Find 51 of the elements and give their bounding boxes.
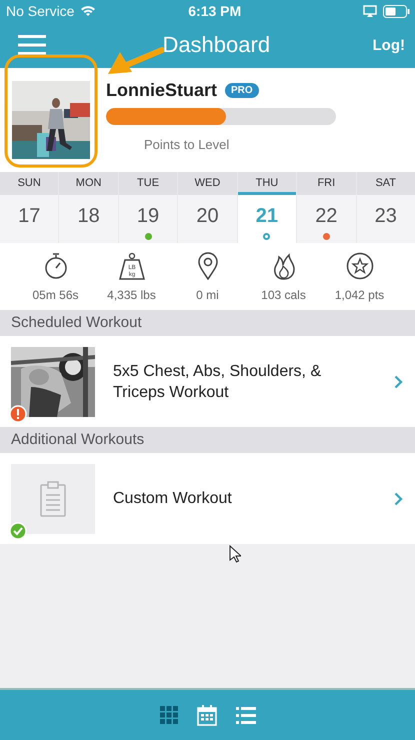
stat-value: 0 mi	[196, 288, 219, 302]
alert-icon	[9, 404, 27, 422]
carrier-text: No Service	[6, 3, 74, 19]
flame-icon	[272, 252, 294, 280]
mouse-cursor-icon	[229, 545, 241, 563]
day-number: 18	[76, 204, 101, 229]
day-number: 17	[17, 204, 42, 229]
day-number: 20	[195, 204, 220, 229]
day-number: 23	[374, 204, 398, 229]
checkmark-icon	[9, 522, 27, 540]
weekday-label: FRI	[297, 172, 356, 195]
day-number: 21	[254, 204, 280, 229]
progress-caption: Points to Level	[144, 137, 230, 152]
day-tab[interactable]: TUE 19	[118, 172, 178, 243]
day-tab[interactable]: MON 18	[58, 172, 118, 243]
day-tab[interactable]: THU 21	[236, 172, 296, 243]
chevron-right-icon	[394, 492, 403, 506]
weekday-label: SUN	[0, 172, 58, 195]
clipboard-icon	[40, 480, 66, 516]
airplay-icon	[363, 5, 377, 17]
weekday-label: WED	[178, 172, 237, 195]
pro-badge: PRO	[225, 83, 259, 98]
stat-value: 1,042 pts	[334, 288, 384, 302]
workout-title: 5x5 Chest, Abs, Shoulders, & Triceps Workout	[113, 362, 322, 402]
battery-icon	[383, 4, 410, 18]
workout-title: Custom Workout	[113, 489, 233, 509]
stopwatch-icon	[44, 252, 68, 280]
weekday-label: TUE	[118, 172, 178, 195]
section-header: Scheduled Workout	[0, 310, 415, 336]
weekday-label: MON	[59, 172, 118, 195]
location-pin-icon	[198, 252, 218, 280]
day-tab[interactable]: SAT 23	[356, 172, 415, 243]
section-header: Additional Workouts	[0, 427, 415, 453]
wifi-icon	[80, 5, 96, 17]
day-tab[interactable]: FRI 22	[296, 172, 356, 243]
workout-row[interactable]: Custom Workout	[0, 453, 415, 544]
user-name: LonnieStuart	[106, 80, 217, 101]
day-number: 22	[314, 204, 338, 229]
clock-text: 6:13 PM	[187, 3, 242, 19]
stat-value: 05m 56s	[32, 288, 79, 302]
day-tab[interactable]: WED 20	[177, 172, 237, 243]
page-title: Dashboard	[161, 32, 272, 58]
workout-row[interactable]: 5x5 Chest, Abs, Shoulders, & Triceps Workout	[0, 336, 415, 427]
day-number: 19	[136, 204, 160, 229]
stat-value: 103 cals	[261, 288, 306, 302]
weekday-label: THU	[238, 172, 296, 195]
day-tab[interactable]: SUN 17	[0, 172, 58, 243]
chevron-right-icon	[394, 374, 403, 388]
menu-icon[interactable]	[18, 35, 46, 55]
weekday-label: SAT	[356, 172, 415, 195]
stat-value: 4,335 lbs	[107, 288, 156, 302]
